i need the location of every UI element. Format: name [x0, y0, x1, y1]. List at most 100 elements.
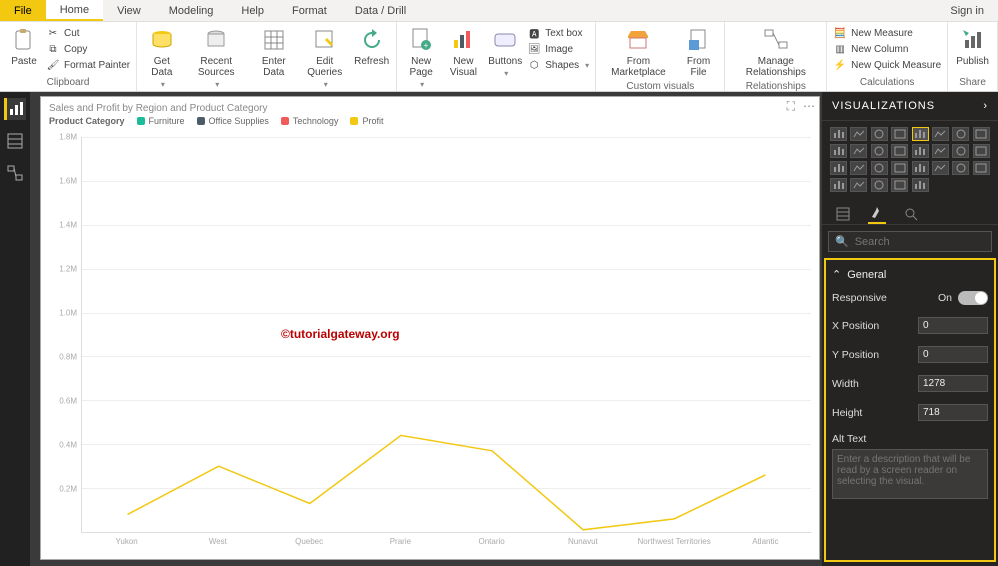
from-file-button[interactable]: From File [677, 24, 721, 80]
new-quick-measure-button[interactable]: ⚡New Quick Measure [833, 58, 941, 72]
cut-icon: ✂ [46, 26, 60, 40]
viz-type-10[interactable] [871, 144, 888, 158]
chart-visual[interactable]: ⛶ ⋯ Sales and Profit by Region and Produ… [40, 96, 820, 560]
viz-type-8[interactable] [830, 144, 847, 158]
tab-view[interactable]: View [103, 0, 155, 21]
new-column-button[interactable]: ▥New Column [833, 42, 941, 56]
data-view-button[interactable] [4, 130, 26, 152]
copy-button[interactable]: ⧉Copy [46, 42, 130, 56]
new-page-button[interactable]: +New Page [401, 24, 442, 92]
x-tick: Yukon [81, 537, 172, 551]
viz-type-26[interactable] [871, 178, 888, 192]
viz-type-18[interactable] [871, 161, 888, 175]
viz-type-23[interactable] [973, 161, 990, 175]
marketplace-icon [624, 26, 652, 54]
group-label-calculations: Calculations [831, 76, 943, 89]
manage-relationships-button[interactable]: Manage Relationships [729, 24, 822, 80]
viz-type-12[interactable] [912, 144, 929, 158]
format-painter-button[interactable]: 🖌Format Painter [46, 58, 130, 72]
legend-label: Product Category [49, 116, 125, 126]
tab-help[interactable]: Help [227, 0, 278, 21]
column-icon: ▥ [833, 42, 847, 56]
viz-type-17[interactable] [850, 161, 867, 175]
x-position-input[interactable] [918, 317, 988, 334]
viz-type-9[interactable] [850, 144, 867, 158]
new-visual-button[interactable]: New Visual [442, 24, 486, 80]
recent-sources-button[interactable]: Recent Sources [183, 24, 250, 92]
tab-home[interactable]: Home [46, 0, 103, 21]
viz-type-11[interactable] [891, 144, 908, 158]
responsive-toggle[interactable] [958, 291, 988, 305]
y-position-label: Y Position [832, 349, 879, 361]
viz-type-27[interactable] [891, 178, 908, 192]
new-measure-button[interactable]: 🧮New Measure [833, 26, 941, 40]
viz-type-19[interactable] [891, 161, 908, 175]
from-marketplace-button[interactable]: From Marketplace [600, 24, 676, 80]
get-data-button[interactable]: Get Data [141, 24, 182, 92]
viz-type-15[interactable] [973, 144, 990, 158]
fields-tab[interactable] [834, 204, 852, 224]
x-tick: Northwest Territories [629, 537, 720, 551]
viz-type-7[interactable] [973, 127, 990, 141]
viz-type-25[interactable] [850, 178, 867, 192]
alt-text-input[interactable] [832, 449, 988, 499]
tab-format[interactable]: Format [278, 0, 341, 21]
group-label-clipboard: Clipboard [4, 76, 132, 89]
viz-type-5[interactable] [932, 127, 949, 141]
tab-datadrill[interactable]: Data / Drill [341, 0, 420, 21]
collapse-panel-icon[interactable]: › [983, 100, 988, 112]
viz-type-16[interactable] [830, 161, 847, 175]
more-options-icon[interactable]: ⋯ [803, 99, 815, 114]
edit-queries-button[interactable]: Edit Queries [298, 24, 352, 92]
width-input[interactable] [918, 375, 988, 392]
report-view-button[interactable] [4, 98, 26, 120]
viz-type-1[interactable] [850, 127, 867, 141]
paste-button[interactable]: Paste [4, 24, 44, 69]
group-label-share: Share [952, 76, 993, 89]
viz-type-14[interactable] [952, 144, 969, 158]
tab-file[interactable]: File [0, 0, 46, 21]
viz-type-0[interactable] [830, 127, 847, 141]
publish-icon [959, 26, 987, 54]
sign-in[interactable]: Sign in [936, 0, 998, 21]
search-box[interactable]: 🔍 [828, 231, 992, 252]
viz-type-6[interactable] [952, 127, 969, 141]
x-tick: Prarie [355, 537, 446, 551]
width-label: Width [832, 378, 859, 390]
y-position-input[interactable] [918, 346, 988, 363]
image-button[interactable]: 🖼Image [527, 42, 589, 56]
cut-button[interactable]: ✂Cut [46, 26, 130, 40]
enter-data-icon [260, 26, 288, 54]
buttons-icon [491, 26, 519, 54]
svg-text:+: + [424, 41, 429, 50]
buttons-button[interactable]: Buttons [485, 24, 525, 81]
refresh-button[interactable]: Refresh [352, 24, 392, 69]
viz-type-21[interactable] [932, 161, 949, 175]
textbox-button[interactable]: 🅰Text box [527, 26, 589, 40]
shapes-button[interactable]: ⬡Shapes [527, 58, 589, 72]
viz-type-2[interactable] [871, 127, 888, 141]
search-input[interactable] [855, 236, 997, 248]
focus-mode-icon[interactable]: ⛶ [787, 99, 795, 114]
alt-text-label: Alt Text [832, 433, 866, 445]
viz-type-28[interactable] [912, 178, 929, 192]
height-input[interactable] [918, 404, 988, 421]
viz-type-22[interactable] [952, 161, 969, 175]
viz-type-13[interactable] [932, 144, 949, 158]
tab-modeling[interactable]: Modeling [155, 0, 228, 21]
model-view-button[interactable] [4, 162, 26, 184]
recent-icon [202, 26, 230, 54]
format-tab[interactable] [868, 204, 886, 224]
viz-type-20[interactable] [912, 161, 929, 175]
publish-button[interactable]: Publish [952, 24, 993, 69]
get-data-icon [148, 26, 176, 54]
enter-data-button[interactable]: Enter Data [250, 24, 298, 80]
viz-type-24[interactable] [830, 178, 847, 192]
viz-type-4[interactable] [912, 127, 929, 141]
analytics-tab[interactable] [902, 204, 920, 224]
panel-title: VISUALIZATIONS [832, 100, 935, 112]
x-tick: Ontario [446, 537, 537, 551]
general-section-header[interactable]: ⌃General [830, 264, 990, 285]
relationships-icon [762, 26, 790, 54]
viz-type-3[interactable] [891, 127, 908, 141]
